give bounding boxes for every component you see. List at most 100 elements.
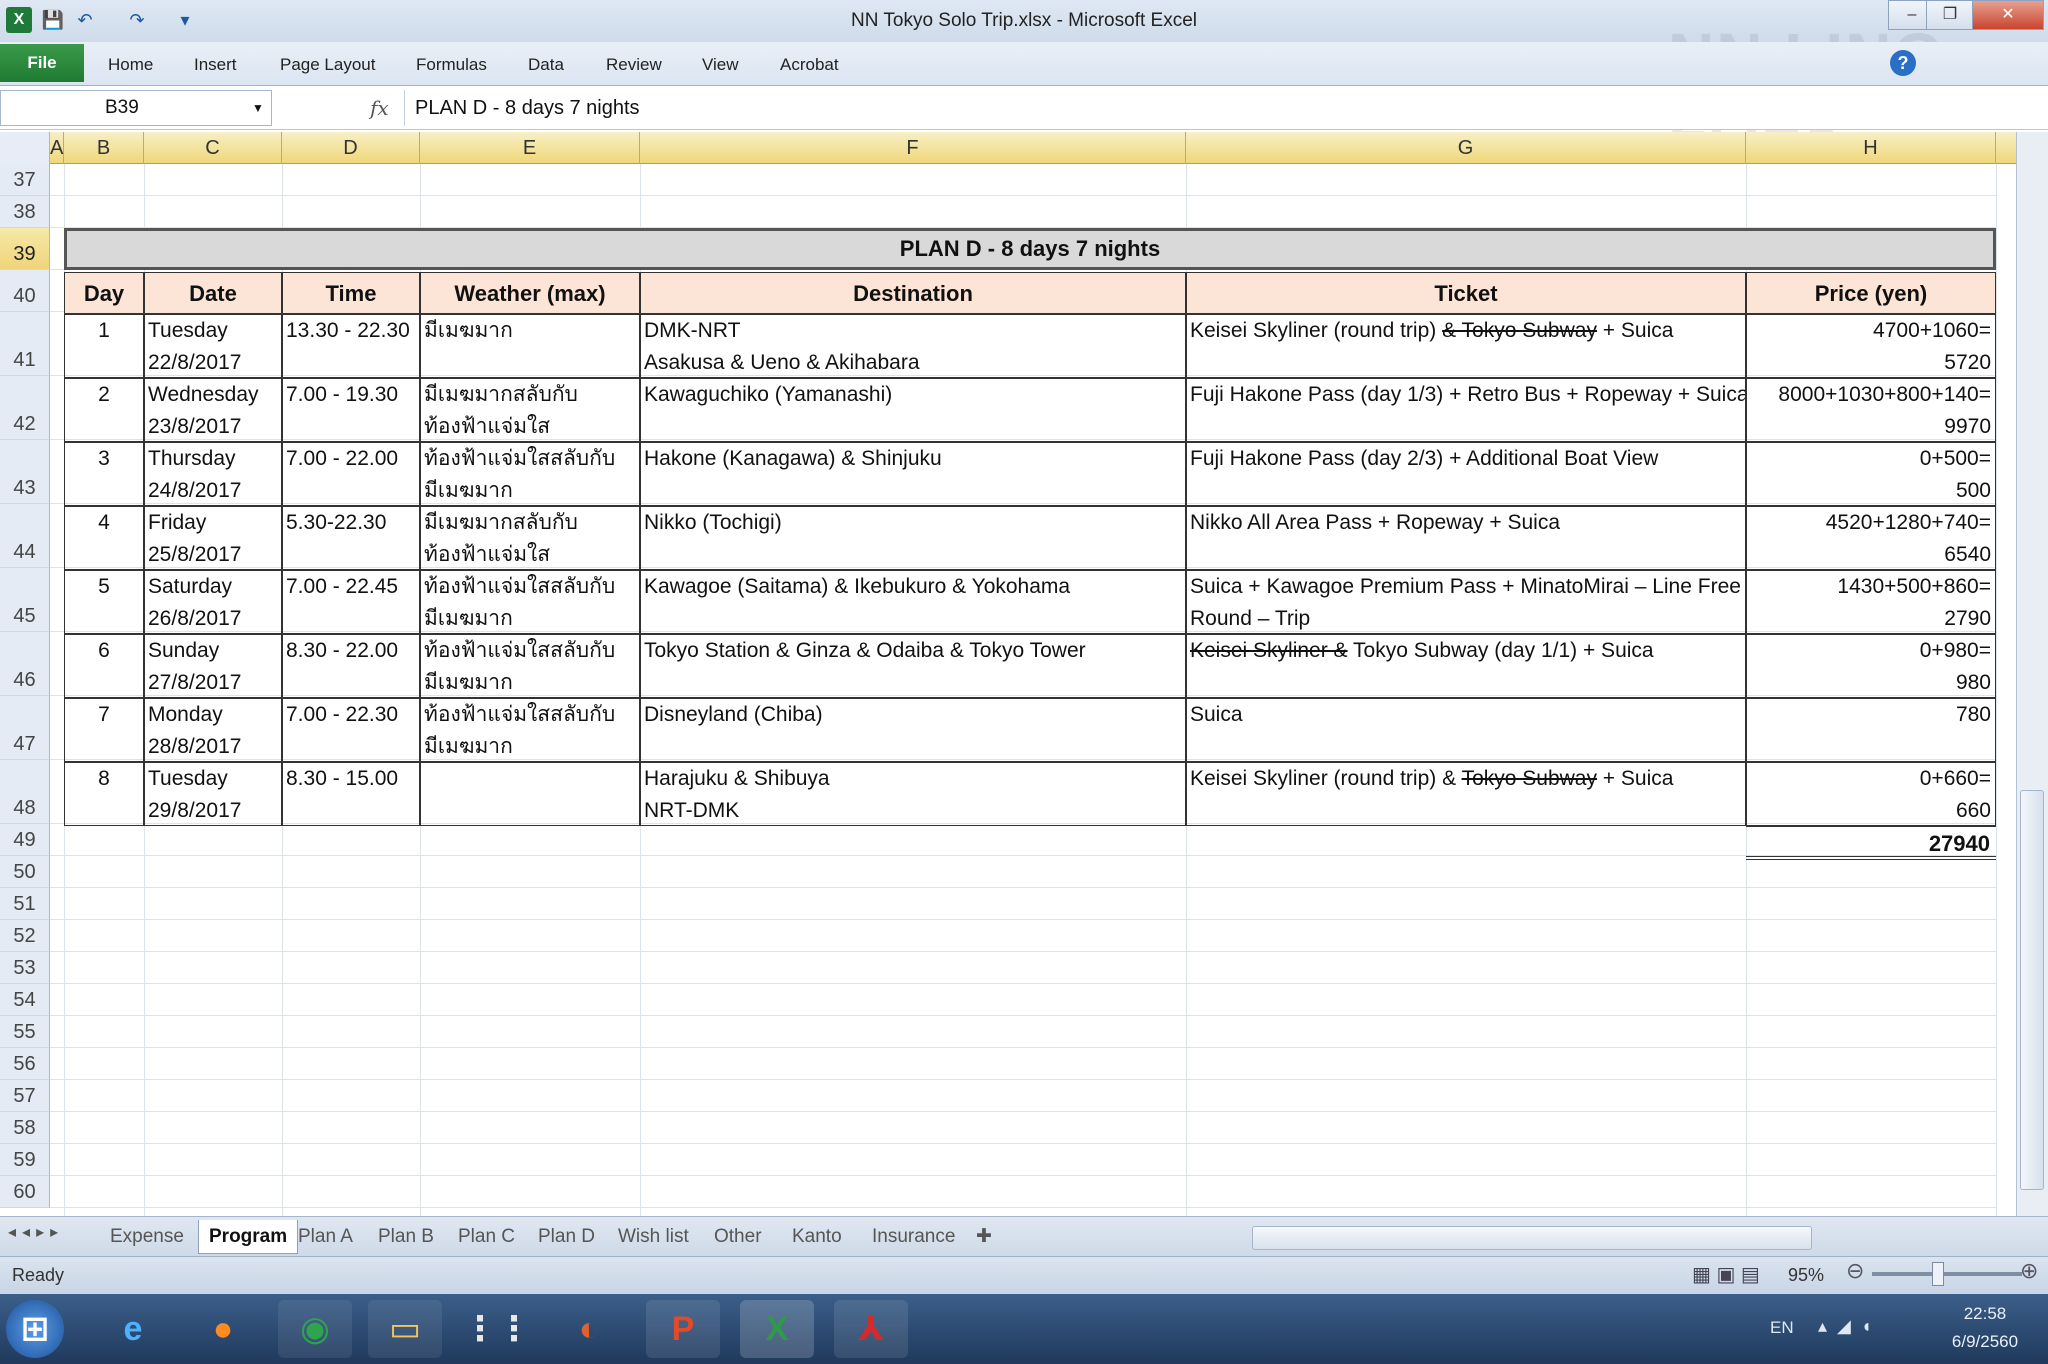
cell-time[interactable]: 7.00 - 22.30 <box>282 698 420 762</box>
horizontal-scrollbar[interactable] <box>1252 1226 1812 1250</box>
sheet-nav-arrows-icon[interactable]: ◂◂▸▸ <box>8 1222 64 1242</box>
row-header-51[interactable]: 51 <box>0 888 50 920</box>
close-button[interactable]: ✕ <box>1972 0 2044 30</box>
cell-ticket[interactable]: Keisei Skyliner & Tokyo Subway (day 1/1)… <box>1186 634 1746 698</box>
cell-price[interactable]: 4520+1280+740= 6540 <box>1746 506 1996 570</box>
tab-review[interactable]: Review <box>606 50 662 80</box>
system-tray-icons[interactable]: ▴◢◖ <box>1818 1316 1882 1337</box>
cell-day[interactable]: 6 <box>64 634 144 698</box>
column-header-h[interactable]: H <box>1746 132 1996 164</box>
cell-ticket[interactable]: Fuji Hakone Pass (day 1/3) + Retro Bus +… <box>1186 378 1746 442</box>
plan-title-cell[interactable]: PLAN D - 8 days 7 nights <box>64 228 1996 270</box>
header-day[interactable]: Day <box>64 272 144 314</box>
cell-destination[interactable]: Tokyo Station & Ginza & Odaiba & Tokyo T… <box>640 634 1186 698</box>
cell-time[interactable]: 7.00 - 22.00 <box>282 442 420 506</box>
sheet-tab-insurance[interactable]: Insurance <box>862 1220 965 1254</box>
row-header-50[interactable]: 50 <box>0 856 50 888</box>
header-destination[interactable]: Destination <box>640 272 1186 314</box>
cell-date[interactable]: Thursday 24/8/2017 <box>144 442 282 506</box>
save-icon[interactable]: 💾 <box>40 7 66 33</box>
row-header-46[interactable]: 46 <box>0 632 50 696</box>
row-header-43[interactable]: 43 <box>0 440 50 504</box>
sheet-tab-plan-a[interactable]: Plan A <box>288 1220 363 1254</box>
cell-price[interactable]: 4700+1060= 5720 <box>1746 314 1996 378</box>
cell-weather[interactable]: ท้องฟ้าแจ่มใสสลับกับ มีเมฆมาก <box>420 570 640 634</box>
header-date[interactable]: Date <box>144 272 282 314</box>
tab-formulas[interactable]: Formulas <box>416 50 487 80</box>
column-header-f[interactable]: F <box>640 132 1186 164</box>
vertical-scroll-thumb[interactable] <box>2020 790 2044 1190</box>
media-app-icon[interactable]: ◐ <box>552 1300 626 1358</box>
tab-home[interactable]: Home <box>108 50 153 80</box>
acrobat-icon[interactable]: ⅄ <box>834 1300 908 1358</box>
cell-weather[interactable]: มีเมฆมากสลับกับ ท้องฟ้าแจ่มใส <box>420 506 640 570</box>
row-header-57[interactable]: 57 <box>0 1080 50 1112</box>
tab-file[interactable]: File <box>0 44 84 82</box>
cell-day[interactable]: 4 <box>64 506 144 570</box>
view-mode-icons[interactable]: ▦ ▣ ▤ <box>1692 1262 1760 1287</box>
insert-sheet-icon[interactable]: ✚ <box>966 1220 1002 1254</box>
sheet-tab-plan-c[interactable]: Plan C <box>448 1220 525 1254</box>
column-header-d[interactable]: D <box>282 132 420 164</box>
tab-view[interactable]: View <box>702 50 739 80</box>
quick-access-menu-icon[interactable]: ▾ <box>172 7 198 33</box>
restore-button[interactable]: ❐ <box>1926 0 1974 30</box>
language-indicator[interactable]: EN <box>1770 1318 1794 1338</box>
cell-day[interactable]: 3 <box>64 442 144 506</box>
row-header-38[interactable]: 38 <box>0 196 50 228</box>
cell-time[interactable]: 8.30 - 22.00 <box>282 634 420 698</box>
cell-weather[interactable]: ท้องฟ้าแจ่มใสสลับกับ มีเมฆมาก <box>420 442 640 506</box>
cell-date[interactable]: Tuesday 29/8/2017 <box>144 762 282 826</box>
sheet-tab-plan-d[interactable]: Plan D <box>528 1220 605 1254</box>
cell-weather[interactable]: มีเมฆมากสลับกับ ท้องฟ้าแจ่มใส <box>420 378 640 442</box>
cell-destination[interactable]: Kawagoe (Saitama) & Ikebukuro & Yokohama <box>640 570 1186 634</box>
row-header-58[interactable]: 58 <box>0 1112 50 1144</box>
sheet-tab-other[interactable]: Other <box>704 1220 772 1254</box>
row-header-47[interactable]: 47 <box>0 696 50 760</box>
firefox-icon[interactable]: ● <box>186 1300 260 1358</box>
cell-price[interactable]: 0+980= 980 <box>1746 634 1996 698</box>
cell-date[interactable]: Wednesday 23/8/2017 <box>144 378 282 442</box>
row-header-48[interactable]: 48 <box>0 760 50 824</box>
zoom-slider[interactable] <box>1872 1272 2022 1276</box>
cell-destination[interactable]: Hakone (Kanagawa) & Shinjuku <box>640 442 1186 506</box>
cell-price[interactable]: 0+660= 660 <box>1746 762 1996 826</box>
cell-price[interactable]: 8000+1030+800+140= 9970 <box>1746 378 1996 442</box>
cell-day[interactable]: 5 <box>64 570 144 634</box>
cell-date[interactable]: Tuesday 22/8/2017 <box>144 314 282 378</box>
cell-day[interactable]: 8 <box>64 762 144 826</box>
row-header-45[interactable]: 45 <box>0 568 50 632</box>
row-header-42[interactable]: 42 <box>0 376 50 440</box>
cell-time[interactable]: 7.00 - 19.30 <box>282 378 420 442</box>
tab-acrobat[interactable]: Acrobat <box>780 50 839 80</box>
row-header-41[interactable]: 41 <box>0 312 50 376</box>
excel-logo-icon[interactable]: X <box>6 7 32 33</box>
cell-destination[interactable]: Disneyland (Chiba) <box>640 698 1186 762</box>
cell-ticket[interactable]: Keisei Skyliner (round trip) & Tokyo Sub… <box>1186 314 1746 378</box>
chevron-down-icon[interactable]: ▼ <box>252 90 270 126</box>
row-header-54[interactable]: 54 <box>0 984 50 1016</box>
cell-date[interactable]: Sunday 27/8/2017 <box>144 634 282 698</box>
sheet-tab-wish-list[interactable]: Wish list <box>608 1220 699 1254</box>
cell-date[interactable]: Friday 25/8/2017 <box>144 506 282 570</box>
help-icon[interactable]: ? <box>1890 50 1916 76</box>
cell-ticket[interactable]: Suica + Kawagoe Premium Pass + MinatoMir… <box>1186 570 1746 634</box>
row-header-52[interactable]: 52 <box>0 920 50 952</box>
zoom-in-icon[interactable]: ⊕ <box>2020 1258 2038 1284</box>
cell-day[interactable]: 2 <box>64 378 144 442</box>
header-weather[interactable]: Weather (max) <box>420 272 640 314</box>
row-header-56[interactable]: 56 <box>0 1048 50 1080</box>
cell-weather[interactable]: ท้องฟ้าแจ่มใสสลับกับ มีเมฆมาก <box>420 634 640 698</box>
cell-time[interactable]: 7.00 - 22.45 <box>282 570 420 634</box>
cell-date[interactable]: Saturday 26/8/2017 <box>144 570 282 634</box>
cell-date[interactable]: Monday 28/8/2017 <box>144 698 282 762</box>
cell-weather[interactable] <box>420 762 640 826</box>
cell-ticket[interactable]: Nikko All Area Pass + Ropeway + Suica <box>1186 506 1746 570</box>
cell-time[interactable]: 13.30 - 22.30 <box>282 314 420 378</box>
row-header-39[interactable]: 39 <box>0 228 50 270</box>
column-header-e[interactable]: E <box>420 132 640 164</box>
apps-grid-icon[interactable]: ⋮⋮ <box>460 1300 534 1358</box>
column-header-g[interactable]: G <box>1186 132 1746 164</box>
cell-time[interactable]: 5.30-22.30 <box>282 506 420 570</box>
internet-explorer-icon[interactable]: e <box>96 1300 170 1358</box>
